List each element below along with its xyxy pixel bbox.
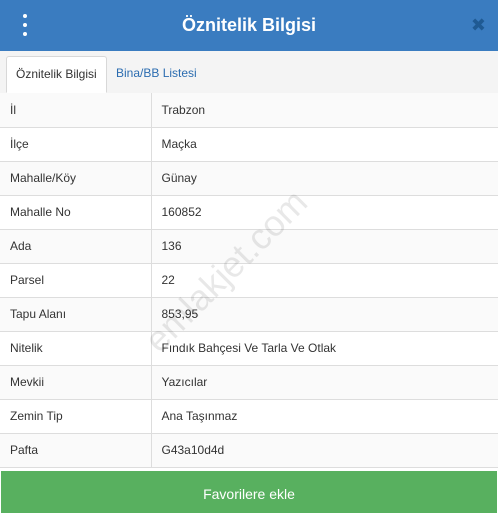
row-value: 22 xyxy=(151,263,498,298)
tab-bina-bb-listesi[interactable]: Bina/BB Listesi xyxy=(107,56,206,93)
table-row: Parsel 22 xyxy=(0,263,498,298)
row-value: 160852 xyxy=(151,195,498,230)
page-title: Öznitelik Bilgisi xyxy=(181,15,317,35)
row-value: Maçka xyxy=(151,127,498,162)
row-value: Ana Taşınmaz xyxy=(151,399,498,434)
row-key: Parsel xyxy=(0,263,152,298)
row-value: 136 xyxy=(151,229,498,264)
row-key: Nitelik xyxy=(0,331,152,366)
add-to-favorites-button[interactable]: Favorilere ekle xyxy=(1,471,497,513)
table-row: İl Trabzon xyxy=(0,93,498,128)
row-value: G43a10d4d xyxy=(151,433,498,468)
table-row: Nitelik Fındık Bahçesi Ve Tarla Ve Otlak xyxy=(0,331,498,366)
table-row: Mevkii Yazıcılar xyxy=(0,365,498,400)
row-key: İlçe xyxy=(0,127,152,162)
tab-bar: Öznitelik Bilgisi Bina/BB Listesi xyxy=(0,51,498,94)
row-value: Yazıcılar xyxy=(151,365,498,400)
row-key: Mahalle No xyxy=(0,195,152,230)
row-key: Mahalle/Köy xyxy=(0,161,152,196)
row-value: Trabzon xyxy=(151,93,498,128)
close-icon[interactable]: ✖ xyxy=(471,14,486,36)
row-value: Fındık Bahçesi Ve Tarla Ve Otlak xyxy=(151,331,498,366)
row-key: Tapu Alanı xyxy=(0,297,152,332)
table-row: Pafta G43a10d4d xyxy=(0,433,498,468)
row-key: Pafta xyxy=(0,433,152,468)
table-row: Mahalle/Köy Günay xyxy=(0,161,498,196)
row-key: Mevkii xyxy=(0,365,152,400)
attribute-table: İl Trabzon İlçe Maçka Mahalle/Köy Günay Mah… xyxy=(0,93,498,468)
row-key: Ada xyxy=(0,229,152,264)
row-value: Günay xyxy=(151,161,498,196)
table-row: İlçe Maçka xyxy=(0,127,498,162)
row-key: İl xyxy=(0,93,152,128)
table-row: Tapu Alanı 853,95 xyxy=(0,297,498,332)
table-row: Ada 136 xyxy=(0,229,498,264)
tab-oznitelik-bilgisi[interactable]: Öznitelik Bilgisi xyxy=(6,56,107,93)
table-row: Mahalle No 160852 xyxy=(0,195,498,230)
row-value: 853,95 xyxy=(151,297,498,332)
table-row: Zemin Tip Ana Taşınmaz xyxy=(0,399,498,434)
row-key: Zemin Tip xyxy=(0,399,152,434)
header-bar: Öznitelik Bilgisi ✖ xyxy=(0,0,498,51)
